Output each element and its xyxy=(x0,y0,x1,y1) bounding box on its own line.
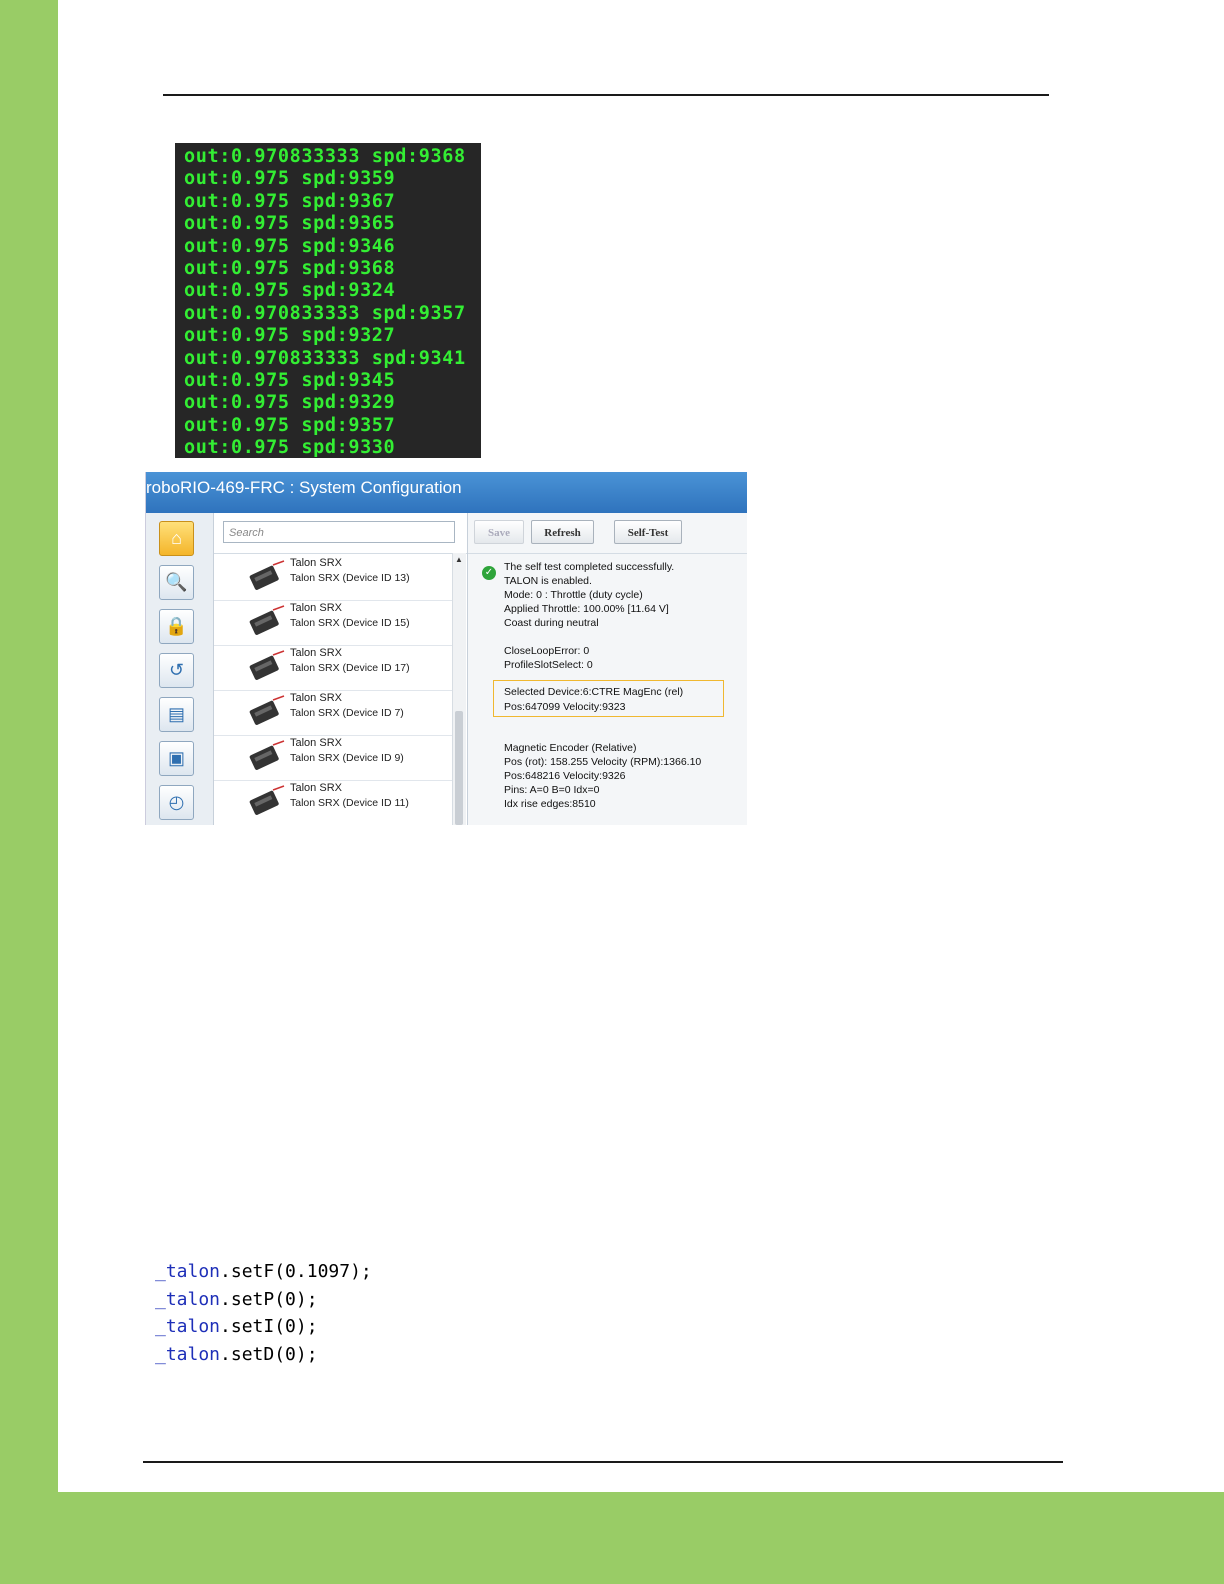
console-line: out:0.975 spd:9329 xyxy=(184,392,396,414)
code-line: _talon.setP(0); xyxy=(155,1286,372,1314)
code-call: .setF(0.1097); xyxy=(220,1261,372,1282)
talon-device-icon xyxy=(249,605,285,635)
code-line: _talon.setD(0); xyxy=(155,1341,372,1369)
code-object: _talon xyxy=(155,1261,221,1282)
info-line: Coast during neutral xyxy=(504,617,599,629)
system-configuration-window: roboRIO-469-FRC : System Configuration ⌂… xyxy=(145,472,747,825)
code-snippet: _talon.setF(0.1097); _talon.setP(0); _ta… xyxy=(155,1258,372,1369)
console-line: out:0.970833333 spd:9368 xyxy=(184,146,466,167)
info-line: Applied Throttle: 100.00% [11.64 V] xyxy=(504,603,669,615)
device-list-panel: Search Talon SRX Talon SRX (Device ID 13… xyxy=(214,513,468,825)
home-icon[interactable]: ⌂ xyxy=(159,521,194,556)
info-line: Pins: A=0 B=0 Idx=0 xyxy=(504,784,600,796)
info-line: Pos:648216 Velocity:9326 xyxy=(504,770,626,782)
info-line: TALON is enabled. xyxy=(504,575,592,587)
console-output: out:0.970833333 spd:9368 out:0.975 spd:9… xyxy=(175,143,481,458)
info-line: Idx rise edges:8510 xyxy=(504,798,596,810)
console-line: out:0.975 spd:9368 xyxy=(184,257,396,279)
info-line: Magnetic Encoder (Relative) xyxy=(504,742,637,754)
monitor-icon[interactable]: ▤ xyxy=(159,697,194,732)
code-object: _talon xyxy=(155,1288,221,1310)
device-name: Talon SRX xyxy=(290,782,342,794)
code-object: _talon xyxy=(155,1316,221,1338)
device-detail: Talon SRX (Device ID 9) xyxy=(290,752,404,764)
device-list-item[interactable]: Talon SRX Talon SRX (Device ID 17) xyxy=(214,645,452,691)
list-scrollbar[interactable]: ▲ xyxy=(452,553,466,825)
code-call: .setI(0); xyxy=(220,1316,318,1338)
header-rule xyxy=(163,94,1049,96)
code-line: _talon.setI(0); xyxy=(155,1313,372,1341)
console-line: out:0.970833333 spd:9341 xyxy=(184,347,466,369)
device-list-item[interactable]: Talon SRX Talon SRX (Device ID 9) xyxy=(214,735,452,781)
console-line: out:0.975 spd:9359 xyxy=(184,168,396,190)
code-line: _talon.setF(0.1097); xyxy=(155,1258,372,1286)
save-button[interactable]: Save xyxy=(474,520,524,544)
success-check-icon: ✓ xyxy=(482,566,496,580)
info-line: Pos:647099 Velocity:9323 xyxy=(504,701,626,713)
code-call: .setP(0); xyxy=(220,1288,318,1310)
talon-device-icon xyxy=(249,695,285,725)
console-line: out:0.970833333 spd:9357 xyxy=(184,302,466,324)
page-corner xyxy=(58,1440,118,1492)
console-line: out:0.975 spd:9330 xyxy=(184,437,396,458)
device-list-item[interactable]: Talon SRX Talon SRX (Device ID 13) xyxy=(214,555,452,601)
search-input[interactable]: Search xyxy=(223,521,455,543)
footer-rule xyxy=(143,1461,1063,1463)
code-object: _talon xyxy=(155,1344,221,1366)
info-line: Pos (rot): 158.255 Velocity (RPM):1366.1… xyxy=(504,756,702,768)
list-divider xyxy=(214,553,467,554)
computer-icon[interactable]: ▣ xyxy=(159,741,194,776)
device-list-item[interactable]: Talon SRX Talon SRX (Device ID 11) xyxy=(214,780,452,825)
device-detail: Talon SRX (Device ID 15) xyxy=(290,617,410,629)
lock-icon[interactable]: 🔒 xyxy=(159,609,194,644)
device-detail: Talon SRX (Device ID 13) xyxy=(290,572,410,584)
settings-clock-icon[interactable]: ◴ xyxy=(159,785,194,820)
talon-device-icon xyxy=(249,785,285,815)
console-line: out:0.975 spd:9367 xyxy=(184,190,396,212)
device-detail: Talon SRX (Device ID 17) xyxy=(290,662,410,674)
console-line: out:0.975 spd:9365 xyxy=(184,213,396,235)
self-test-results: ✓ The self test completed successfully. … xyxy=(468,554,747,825)
info-line: ProfileSlotSelect: 0 xyxy=(504,659,593,671)
info-line: Selected Device:6:CTRE MagEnc (rel) xyxy=(504,686,684,698)
nav-sidebar: ⌂ 🔍 🔒 ↺ ▤ ▣ ◴ xyxy=(146,513,214,825)
toolbar: Save Refresh Self-Test xyxy=(468,513,747,554)
device-detail: Talon SRX (Device ID 7) xyxy=(290,707,404,719)
talon-device-icon xyxy=(249,560,285,590)
console-line: out:0.975 spd:9357 xyxy=(184,414,396,436)
console-line: out:0.975 spd:9327 xyxy=(184,325,396,347)
scrollbar-thumb[interactable] xyxy=(455,711,463,825)
search-folder-icon[interactable]: 🔍 xyxy=(159,565,194,600)
device-detail: Talon SRX (Device ID 11) xyxy=(290,797,409,809)
talon-device-icon xyxy=(249,740,285,770)
network-icon[interactable]: ↺ xyxy=(159,653,194,688)
page-border-left xyxy=(0,0,58,1584)
device-name: Talon SRX xyxy=(290,602,342,614)
window-title: roboRIO-469-FRC : System Configuration xyxy=(146,472,747,513)
talon-device-icon xyxy=(249,650,285,680)
device-list-item[interactable]: Talon SRX Talon SRX (Device ID 7) xyxy=(214,690,452,736)
console-line: out:0.975 spd:9345 xyxy=(184,369,396,391)
info-line: CloseLoopError: 0 xyxy=(504,645,590,657)
page-border-bottom xyxy=(0,1492,1224,1584)
device-list-item[interactable]: Talon SRX Talon SRX (Device ID 15) xyxy=(214,600,452,646)
self-test-button[interactable]: Self-Test xyxy=(614,520,682,544)
device-name: Talon SRX xyxy=(290,692,342,704)
info-line: Mode: 0 : Throttle (duty cycle) xyxy=(504,589,643,601)
device-name: Talon SRX xyxy=(290,647,342,659)
code-call: .setD(0); xyxy=(220,1344,318,1366)
console-line: out:0.975 spd:9346 xyxy=(184,235,396,257)
device-name: Talon SRX xyxy=(290,557,342,569)
info-line: The self test completed successfully. xyxy=(504,561,675,573)
scroll-up-icon[interactable]: ▲ xyxy=(455,555,463,564)
device-name: Talon SRX xyxy=(290,737,342,749)
console-line: out:0.975 spd:9324 xyxy=(184,280,396,302)
refresh-button[interactable]: Refresh xyxy=(531,520,594,544)
